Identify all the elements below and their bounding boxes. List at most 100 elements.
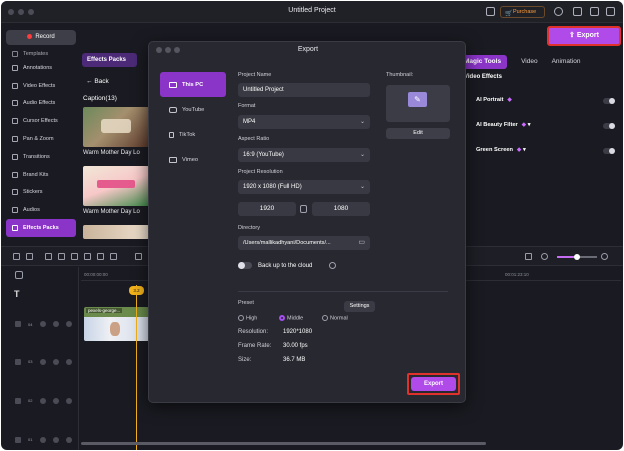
sidebar-item-cursor-effects[interactable]: Cursor Effects <box>6 112 76 130</box>
caption-thumbnail[interactable] <box>83 166 149 206</box>
resolution-select[interactable]: 1920 x 1080 (Full HD) ⌄ <box>238 180 370 194</box>
microphone-icon[interactable] <box>97 253 104 260</box>
video-clip[interactable]: pexels-george... <box>84 307 149 341</box>
account-icon[interactable] <box>554 7 563 16</box>
freeze-icon[interactable] <box>110 253 117 260</box>
height-field[interactable]: 1080 <box>312 202 370 216</box>
sidebar-item-stickers[interactable]: Stickers <box>6 184 76 202</box>
speaker-icon[interactable] <box>66 359 72 365</box>
snapshot-icon[interactable] <box>135 253 142 260</box>
playhead-handle[interactable]: 3.2 <box>129 286 144 295</box>
nav-this-pc[interactable]: This PC <box>160 72 226 97</box>
feedback-icon[interactable] <box>486 7 495 16</box>
cloud-backup-toggle[interactable] <box>238 262 252 269</box>
sidebar-item-video-effects[interactable]: Video Effects <box>6 77 76 95</box>
folder-icon[interactable]: ▭ <box>358 236 365 250</box>
cart-icon: 🛒 <box>505 11 513 17</box>
sidebar-item-effects-packs[interactable]: Effects Packs <box>6 219 76 237</box>
nav-tiktok[interactable]: TikTok <box>160 122 226 147</box>
sidebar-item-templates[interactable]: Templates <box>6 49 76 59</box>
sidebar-item-audio-effects[interactable]: Audio Effects <box>6 95 76 113</box>
timeline-scrollbar[interactable] <box>81 442 486 445</box>
sidebar-item-annotations[interactable]: Annotations <box>6 59 76 77</box>
crop-icon[interactable] <box>45 253 52 260</box>
directory-field[interactable]: /Users/mallikadhyani/Documents/... ▭ <box>238 236 370 250</box>
info-size-key: Size: <box>238 357 252 363</box>
nav-vimeo[interactable]: Vimeo <box>160 147 226 172</box>
audios-icon <box>12 207 18 214</box>
caption-thumbnail[interactable] <box>83 107 149 147</box>
sidebar-item-label: Brand Kits <box>23 171 49 178</box>
export-button[interactable]: ⇪ Export <box>547 26 621 46</box>
add-track-icon[interactable] <box>15 271 23 279</box>
sidebar-item-audios[interactable]: Audios <box>6 201 76 219</box>
lock-icon[interactable] <box>40 321 46 327</box>
playhead[interactable] <box>136 285 137 450</box>
format-select[interactable]: MP4 ⌄ <box>238 115 370 129</box>
radio-normal[interactable] <box>322 315 328 321</box>
aspect-ratio-select[interactable]: 16:9 (YouTube) ⌄ <box>238 148 370 162</box>
sidebar-item-label: Audios <box>23 207 40 214</box>
settings-icon[interactable] <box>590 7 599 16</box>
ai-portrait-toggle[interactable] <box>603 98 615 104</box>
preset-high[interactable]: High <box>238 315 257 321</box>
preset-normal[interactable]: Normal <box>322 315 348 321</box>
marker-icon[interactable] <box>71 253 78 260</box>
project-name-field[interactable]: Untitled Project <box>238 83 370 97</box>
eye-icon[interactable] <box>53 398 59 404</box>
radio-middle[interactable] <box>279 315 285 321</box>
record-button[interactable]: Record <box>6 30 76 45</box>
eye-icon[interactable] <box>53 321 59 327</box>
lock-icon[interactable] <box>40 437 46 443</box>
fullscreen-icon[interactable] <box>606 7 615 16</box>
tab-video[interactable]: Video <box>521 55 538 69</box>
lock-icon[interactable] <box>40 398 46 404</box>
track-number: 01 <box>28 437 33 442</box>
vimeo-icon <box>169 156 177 163</box>
lock-ratio-icon[interactable] <box>300 205 307 213</box>
preset-middle[interactable]: Middle <box>279 315 303 321</box>
sidebar-item-brand-kits[interactable]: Brand Kits <box>6 166 76 184</box>
ai-beauty-filter-toggle[interactable] <box>603 123 615 129</box>
eye-icon[interactable] <box>53 437 59 443</box>
zoom-slider-handle[interactable] <box>574 254 580 260</box>
sidebar-item-pan-zoom[interactable]: Pan & Zoom <box>6 130 76 148</box>
track-number: 04 <box>28 322 33 327</box>
speaker-icon[interactable] <box>66 321 72 327</box>
help-icon[interactable] <box>329 262 336 269</box>
back-button[interactable]: ← Back <box>86 78 109 85</box>
thumbnail-label: Thumbnail: <box>386 72 414 78</box>
green-screen-toggle[interactable] <box>603 148 615 154</box>
sidebar-item-transitions[interactable]: Transitions <box>6 148 76 166</box>
zoom-in-icon[interactable] <box>601 253 608 260</box>
fit-icon[interactable] <box>525 253 532 260</box>
settings-button[interactable]: Settings <box>344 301 375 312</box>
edit-thumbnail-button[interactable]: Edit <box>386 128 450 139</box>
directory-value: /Users/mallikadhyani/Documents/... <box>243 240 331 246</box>
format-label: Format <box>238 103 256 109</box>
split-icon[interactable] <box>58 253 65 260</box>
undo-icon[interactable] <box>13 253 20 260</box>
zoom-out-icon[interactable] <box>541 253 548 260</box>
nav-youtube[interactable]: YouTube <box>160 97 226 122</box>
speed-icon[interactable] <box>84 253 91 260</box>
lock-icon[interactable] <box>40 359 46 365</box>
video-track-icon <box>15 359 21 365</box>
edit-image-icon[interactable]: ✎ <box>408 92 427 107</box>
redo-icon[interactable] <box>26 253 33 260</box>
zoom-slider[interactable] <box>557 254 597 260</box>
radio-high[interactable] <box>238 315 244 321</box>
chevron-down-icon[interactable]: ▾ <box>528 122 531 128</box>
export-confirm-button[interactable]: Export <box>411 377 456 391</box>
caption-thumbnail[interactable] <box>83 225 149 239</box>
effects-packs-tab[interactable]: Effects Packs <box>82 53 137 67</box>
eye-icon[interactable] <box>53 359 59 365</box>
purchase-button[interactable]: 🛒 Purchase <box>500 6 545 18</box>
tab-animation[interactable]: Animation <box>552 55 581 69</box>
tutorial-icon[interactable] <box>573 7 582 16</box>
track-number: 03 <box>28 359 33 364</box>
speaker-icon[interactable] <box>66 437 72 443</box>
chevron-down-icon[interactable]: ▾ <box>523 147 526 153</box>
speaker-icon[interactable] <box>66 398 72 404</box>
width-field[interactable]: 1920 <box>238 202 296 216</box>
